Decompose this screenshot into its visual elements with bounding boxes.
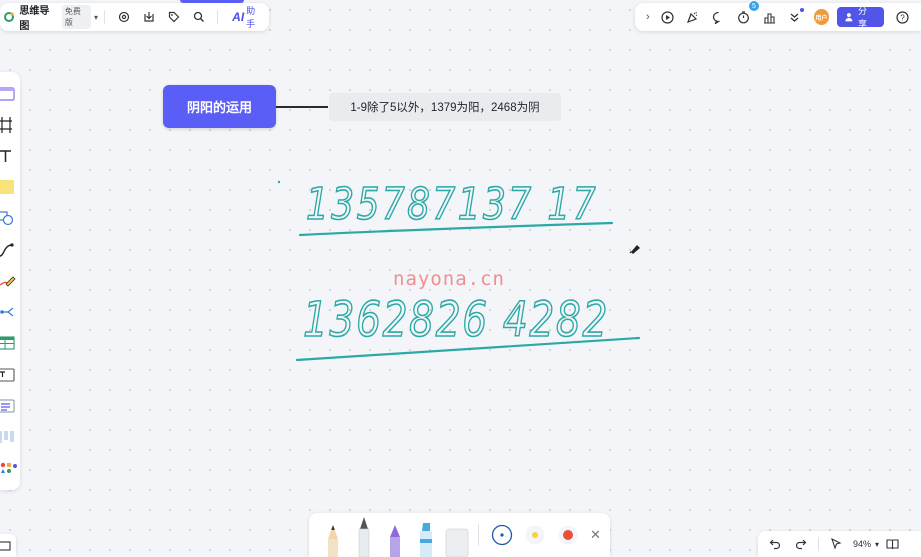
handwriting-line-1[interactable]: 135787137 17 bbox=[305, 178, 598, 231]
divider bbox=[818, 537, 819, 551]
color-swatch-yellow[interactable] bbox=[518, 513, 551, 557]
pencil-icon bbox=[327, 525, 338, 557]
undo-button[interactable] bbox=[762, 533, 788, 555]
select-tool-button[interactable] bbox=[823, 533, 849, 555]
pencil-tool[interactable] bbox=[317, 513, 348, 557]
color-swatch-red[interactable] bbox=[551, 513, 584, 557]
swatch-blue-dot bbox=[499, 533, 504, 537]
redo-icon bbox=[795, 539, 807, 550]
divider bbox=[478, 524, 479, 546]
pen-cursor-icon bbox=[629, 245, 640, 254]
minimap-icon bbox=[0, 540, 11, 551]
swatch-red-dot bbox=[562, 530, 573, 540]
marker-icon bbox=[389, 525, 400, 557]
eraser-tool[interactable] bbox=[441, 513, 472, 557]
color-swatch-blue[interactable] bbox=[485, 513, 518, 557]
handwriting-line-2[interactable]: 1362826 4282 bbox=[302, 291, 609, 349]
watermark: nayona.cn bbox=[393, 268, 505, 290]
highlighter-tool[interactable] bbox=[410, 513, 441, 557]
undo-icon bbox=[769, 539, 781, 550]
book-icon bbox=[885, 539, 899, 550]
highlighter-icon bbox=[419, 523, 432, 557]
marker-tool[interactable] bbox=[379, 513, 410, 557]
swatch-yellow-dot bbox=[531, 532, 538, 538]
redo-button[interactable] bbox=[788, 533, 814, 555]
drawing-toolbar: ✕ bbox=[309, 513, 610, 557]
minimap-toggle[interactable] bbox=[0, 534, 16, 557]
cursor-icon bbox=[831, 538, 842, 550]
zoom-level: 94% bbox=[853, 539, 872, 549]
fountain-pen-tool[interactable] bbox=[348, 513, 379, 557]
close-icon[interactable]: ✕ bbox=[590, 527, 601, 543]
fountain-pen-icon bbox=[358, 517, 369, 557]
eraser-icon bbox=[445, 528, 468, 557]
zoom-control[interactable]: 94% ▾ bbox=[853, 539, 879, 549]
bottom-right-controls: 94% ▾ bbox=[758, 531, 921, 557]
ink-dot[interactable] bbox=[277, 180, 281, 184]
reading-mode-button[interactable] bbox=[879, 533, 905, 555]
